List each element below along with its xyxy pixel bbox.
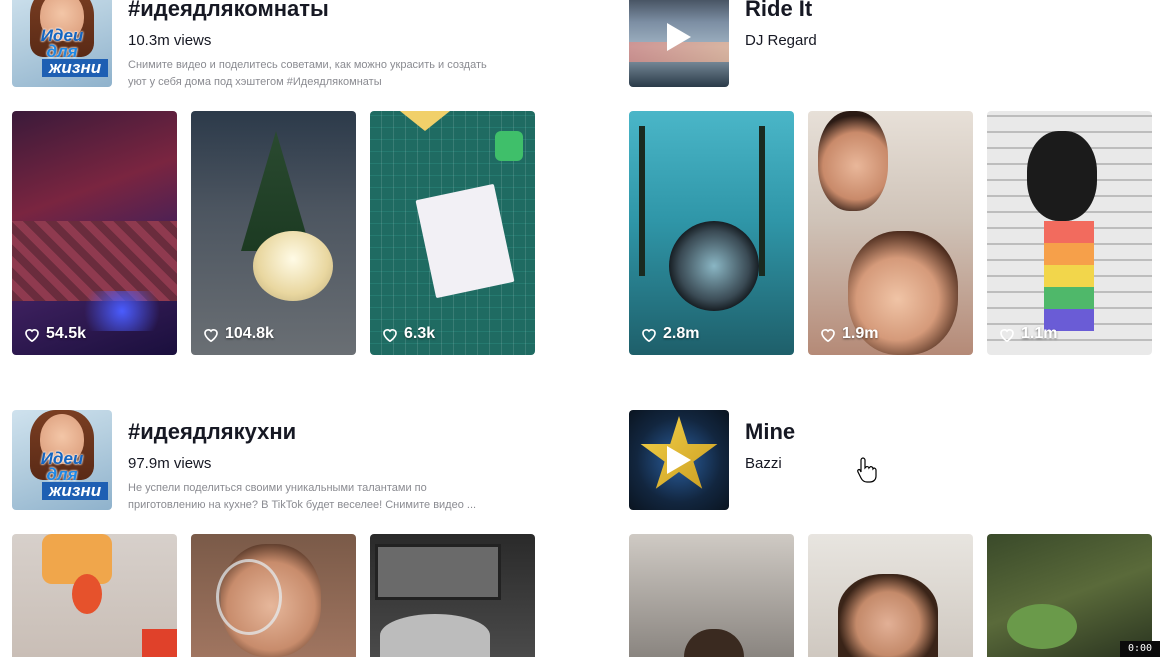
face-upper xyxy=(818,111,888,211)
palm-trunk xyxy=(759,126,765,276)
like-count-value: 2.8m xyxy=(663,325,700,342)
bottle-cap xyxy=(42,534,112,584)
red-bottle xyxy=(72,574,102,614)
rainbow-scarf xyxy=(1044,221,1094,331)
heart-icon xyxy=(1000,328,1014,342)
palm-trunk xyxy=(639,126,645,276)
video-thumbnail[interactable]: 54.5k xyxy=(12,111,177,355)
like-count: 104.8k xyxy=(203,325,274,343)
music-title[interactable]: Ride It xyxy=(745,0,812,22)
like-count-value: 1.1m xyxy=(1021,325,1058,342)
cover-brand-line-3: жизни xyxy=(42,482,108,500)
hashtag-cover-image[interactable]: Идеи для жизни xyxy=(12,410,112,510)
like-count-value: 1.9m xyxy=(842,325,879,342)
heart-icon xyxy=(204,328,218,342)
music-cover-image[interactable] xyxy=(629,410,729,510)
video-thumbnail[interactable] xyxy=(629,534,794,657)
heart-icon xyxy=(25,328,39,342)
video-thumbnail[interactable] xyxy=(808,534,973,657)
pot xyxy=(380,614,490,657)
wine-glass xyxy=(216,559,282,635)
video-thumbnail[interactable] xyxy=(370,534,535,657)
video-thumbnail[interactable]: 1.9m xyxy=(808,111,973,355)
red-object xyxy=(142,629,177,657)
like-count: 6.3k xyxy=(382,325,435,343)
hashtag-title[interactable]: #идеядлякухни xyxy=(128,419,296,445)
hashtag-description: Снимите видео и поделитесь советами, как… xyxy=(128,59,487,88)
heart-icon xyxy=(821,328,835,342)
face-photo xyxy=(838,574,938,657)
head-top xyxy=(684,629,744,657)
heart-icon xyxy=(383,328,397,342)
bed-blanket xyxy=(12,221,177,301)
music-artist[interactable]: DJ Regard xyxy=(745,32,817,49)
music-title[interactable]: Mine xyxy=(745,419,795,445)
cover-brand-line-3: жизни xyxy=(42,59,108,77)
green-creature xyxy=(1007,604,1077,649)
hashtag-views: 97.9m views xyxy=(128,455,212,472)
blue-light xyxy=(72,291,172,331)
glowing-globe xyxy=(253,231,333,301)
video-thumbnail[interactable] xyxy=(191,534,356,657)
like-count-value: 54.5k xyxy=(46,325,87,342)
video-thumbnail[interactable] xyxy=(987,534,1152,657)
like-count-value: 6.3k xyxy=(404,325,436,342)
music-artist[interactable]: Bazzi xyxy=(745,455,782,472)
hashtag-title[interactable]: #идеядлякомнаты xyxy=(128,0,329,22)
like-count: 54.5k xyxy=(24,325,86,343)
green-item xyxy=(495,131,523,161)
like-count-value: 104.8k xyxy=(225,325,274,342)
video-thumbnail[interactable]: 104.8k xyxy=(191,111,356,355)
grill-pan xyxy=(375,544,501,600)
play-icon[interactable] xyxy=(667,446,691,474)
like-count: 1.9m xyxy=(820,325,878,343)
heart-icon xyxy=(642,328,656,342)
hand-pointer-icon xyxy=(857,457,877,483)
video-thumbnail[interactable] xyxy=(12,534,177,657)
hashtag-description: Не успели поделиться своими уникальными … xyxy=(128,482,477,511)
like-count: 1.1m xyxy=(999,325,1057,343)
video-thumbnail[interactable]: 6.3k xyxy=(370,111,535,355)
video-thumbnail[interactable]: 1.1m xyxy=(987,111,1152,355)
dark-hair xyxy=(1027,131,1097,221)
video-thumbnail[interactable]: 2.8m xyxy=(629,111,794,355)
video-timer: 0:00 xyxy=(1120,641,1160,657)
hashtag-cover-image[interactable]: Идеи для жизни xyxy=(12,0,112,87)
play-icon[interactable] xyxy=(667,23,691,51)
music-cover-image[interactable] xyxy=(629,0,729,87)
camera-lens xyxy=(669,221,759,311)
like-count: 2.8m xyxy=(641,325,699,343)
hashtag-views: 10.3m views xyxy=(128,32,212,49)
